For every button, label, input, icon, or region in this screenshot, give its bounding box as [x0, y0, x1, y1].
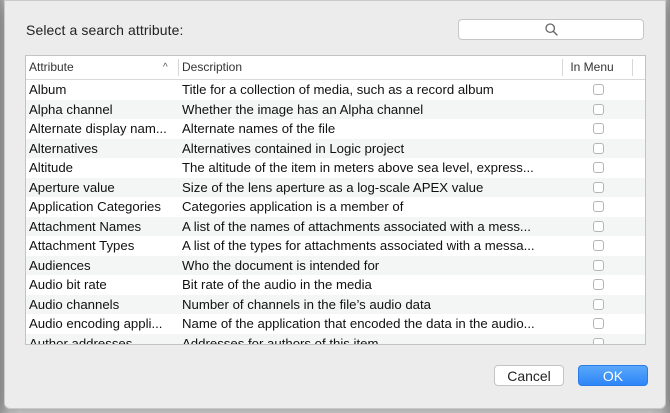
attribute-cell: Altitude	[29, 160, 73, 175]
table-row[interactable]: Application Categories Categories applic…	[26, 197, 645, 217]
column-header-description-label: Description	[182, 60, 243, 74]
column-header-description[interactable]: Description	[182, 56, 582, 79]
in-menu-checkbox[interactable]	[593, 220, 604, 232]
attribute-cell: Application Categories	[29, 199, 161, 214]
description-cell: Who the document is intended for	[182, 257, 380, 273]
table-row[interactable]: Album Title for a collection of media, s…	[26, 80, 645, 100]
description-cell: Categories application is a member of	[182, 199, 404, 214]
description-cell: Name of the application that encoded the…	[182, 316, 535, 331]
search-input[interactable]	[458, 19, 644, 40]
description-cell: Number of channels in the file’s audio d…	[182, 296, 432, 312]
in-menu-checkbox[interactable]	[593, 240, 604, 251]
column-divider[interactable]	[632, 59, 633, 76]
description-cell: Bit rate of the audio in the media	[182, 277, 372, 292]
description-cell: Alternatives contained in Logic project	[182, 140, 405, 156]
attribute-cell: Aperture value	[29, 179, 115, 195]
in-menu-checkbox[interactable]	[593, 201, 604, 212]
in-menu-checkbox[interactable]	[593, 162, 604, 173]
in-menu-checkbox[interactable]	[593, 337, 604, 344]
in-menu-checkbox[interactable]	[593, 318, 604, 329]
in-menu-checkbox[interactable]	[593, 259, 604, 271]
table-row[interactable]: Alternatives Alternatives contained in L…	[26, 138, 645, 158]
table-row[interactable]: Audio encoding appli... Name of the appl…	[26, 314, 645, 334]
attribute-cell: Author addresses	[29, 335, 133, 345]
column-header-in-menu-label: In Menu	[570, 60, 614, 74]
search-attribute-dialog: Select a search attribute: Attribute ^ D…	[4, 0, 666, 409]
description-cell: A list of the names of attachments assoc…	[182, 218, 531, 234]
in-menu-checkbox[interactable]	[593, 84, 604, 95]
attribute-cell: Audio encoding appli...	[29, 316, 163, 331]
attributes-table: Attribute ^ Description In Menu Album Ti…	[25, 55, 646, 345]
attribute-cell: Audio bit rate	[29, 277, 107, 292]
table-row[interactable]: Attachment Names A list of the names of …	[26, 216, 645, 236]
cancel-button[interactable]: Cancel	[494, 365, 564, 386]
table-row[interactable]: Attachment Types A list of the types for…	[26, 236, 645, 256]
column-header-attribute-label: Attribute	[29, 60, 74, 74]
attribute-cell: Alternatives	[29, 140, 98, 156]
column-header-in-menu[interactable]: In Menu	[562, 56, 622, 79]
attribute-cell: Audio channels	[29, 296, 120, 312]
attribute-cell: Alternate display nam...	[29, 121, 167, 136]
attribute-cell: Album	[29, 82, 67, 97]
in-menu-checkbox[interactable]	[593, 123, 604, 134]
description-cell: Whether the image has an Alpha channel	[182, 101, 424, 117]
attribute-cell: Alpha channel	[29, 101, 113, 117]
in-menu-checkbox[interactable]	[593, 298, 604, 310]
description-cell: Size of the lens aperture as a log-scale…	[182, 179, 484, 195]
attribute-cell: Attachment Names	[29, 218, 142, 234]
column-divider[interactable]	[178, 59, 179, 76]
ok-button[interactable]: OK	[578, 365, 648, 386]
table-row[interactable]: Audiences Who the document is intended f…	[26, 255, 645, 275]
table-row[interactable]: Alternate display nam... Alternate names…	[26, 119, 645, 139]
sort-ascending-icon[interactable]: ^	[163, 56, 168, 79]
table-row[interactable]: Audio bit rate Bit rate of the audio in …	[26, 275, 645, 295]
table-row[interactable]: Author addresses Addresses for authors o…	[26, 333, 645, 345]
table-row[interactable]: Altitude The altitude of the item in met…	[26, 158, 645, 178]
description-cell: Title for a collection of media, such as…	[182, 82, 494, 97]
attribute-cell: Audiences	[29, 257, 91, 273]
description-cell: Addresses for authors of this item	[182, 335, 379, 345]
table-row[interactable]: Alpha channel Whether the image has an A…	[26, 99, 645, 119]
column-header-attribute[interactable]: Attribute	[29, 56, 176, 79]
in-menu-checkbox[interactable]	[593, 181, 604, 193]
table-body: Album Title for a collection of media, s…	[26, 80, 645, 344]
in-menu-checkbox[interactable]	[593, 279, 604, 290]
description-cell: The altitude of the item in meters above…	[182, 160, 534, 175]
in-menu-checkbox[interactable]	[593, 142, 604, 154]
in-menu-checkbox[interactable]	[593, 103, 604, 115]
dialog-prompt: Select a search attribute:	[26, 22, 184, 38]
table-row[interactable]: Aperture value Size of the lens aperture…	[26, 177, 645, 197]
table-row[interactable]: Audio channels Number of channels in the…	[26, 294, 645, 314]
attribute-cell: Attachment Types	[29, 238, 135, 253]
description-cell: A list of the types for attachments asso…	[182, 238, 535, 253]
search-icon	[544, 23, 558, 36]
description-cell: Alternate names of the file	[182, 121, 336, 136]
table-header: Attribute ^ Description In Menu	[26, 56, 645, 80]
